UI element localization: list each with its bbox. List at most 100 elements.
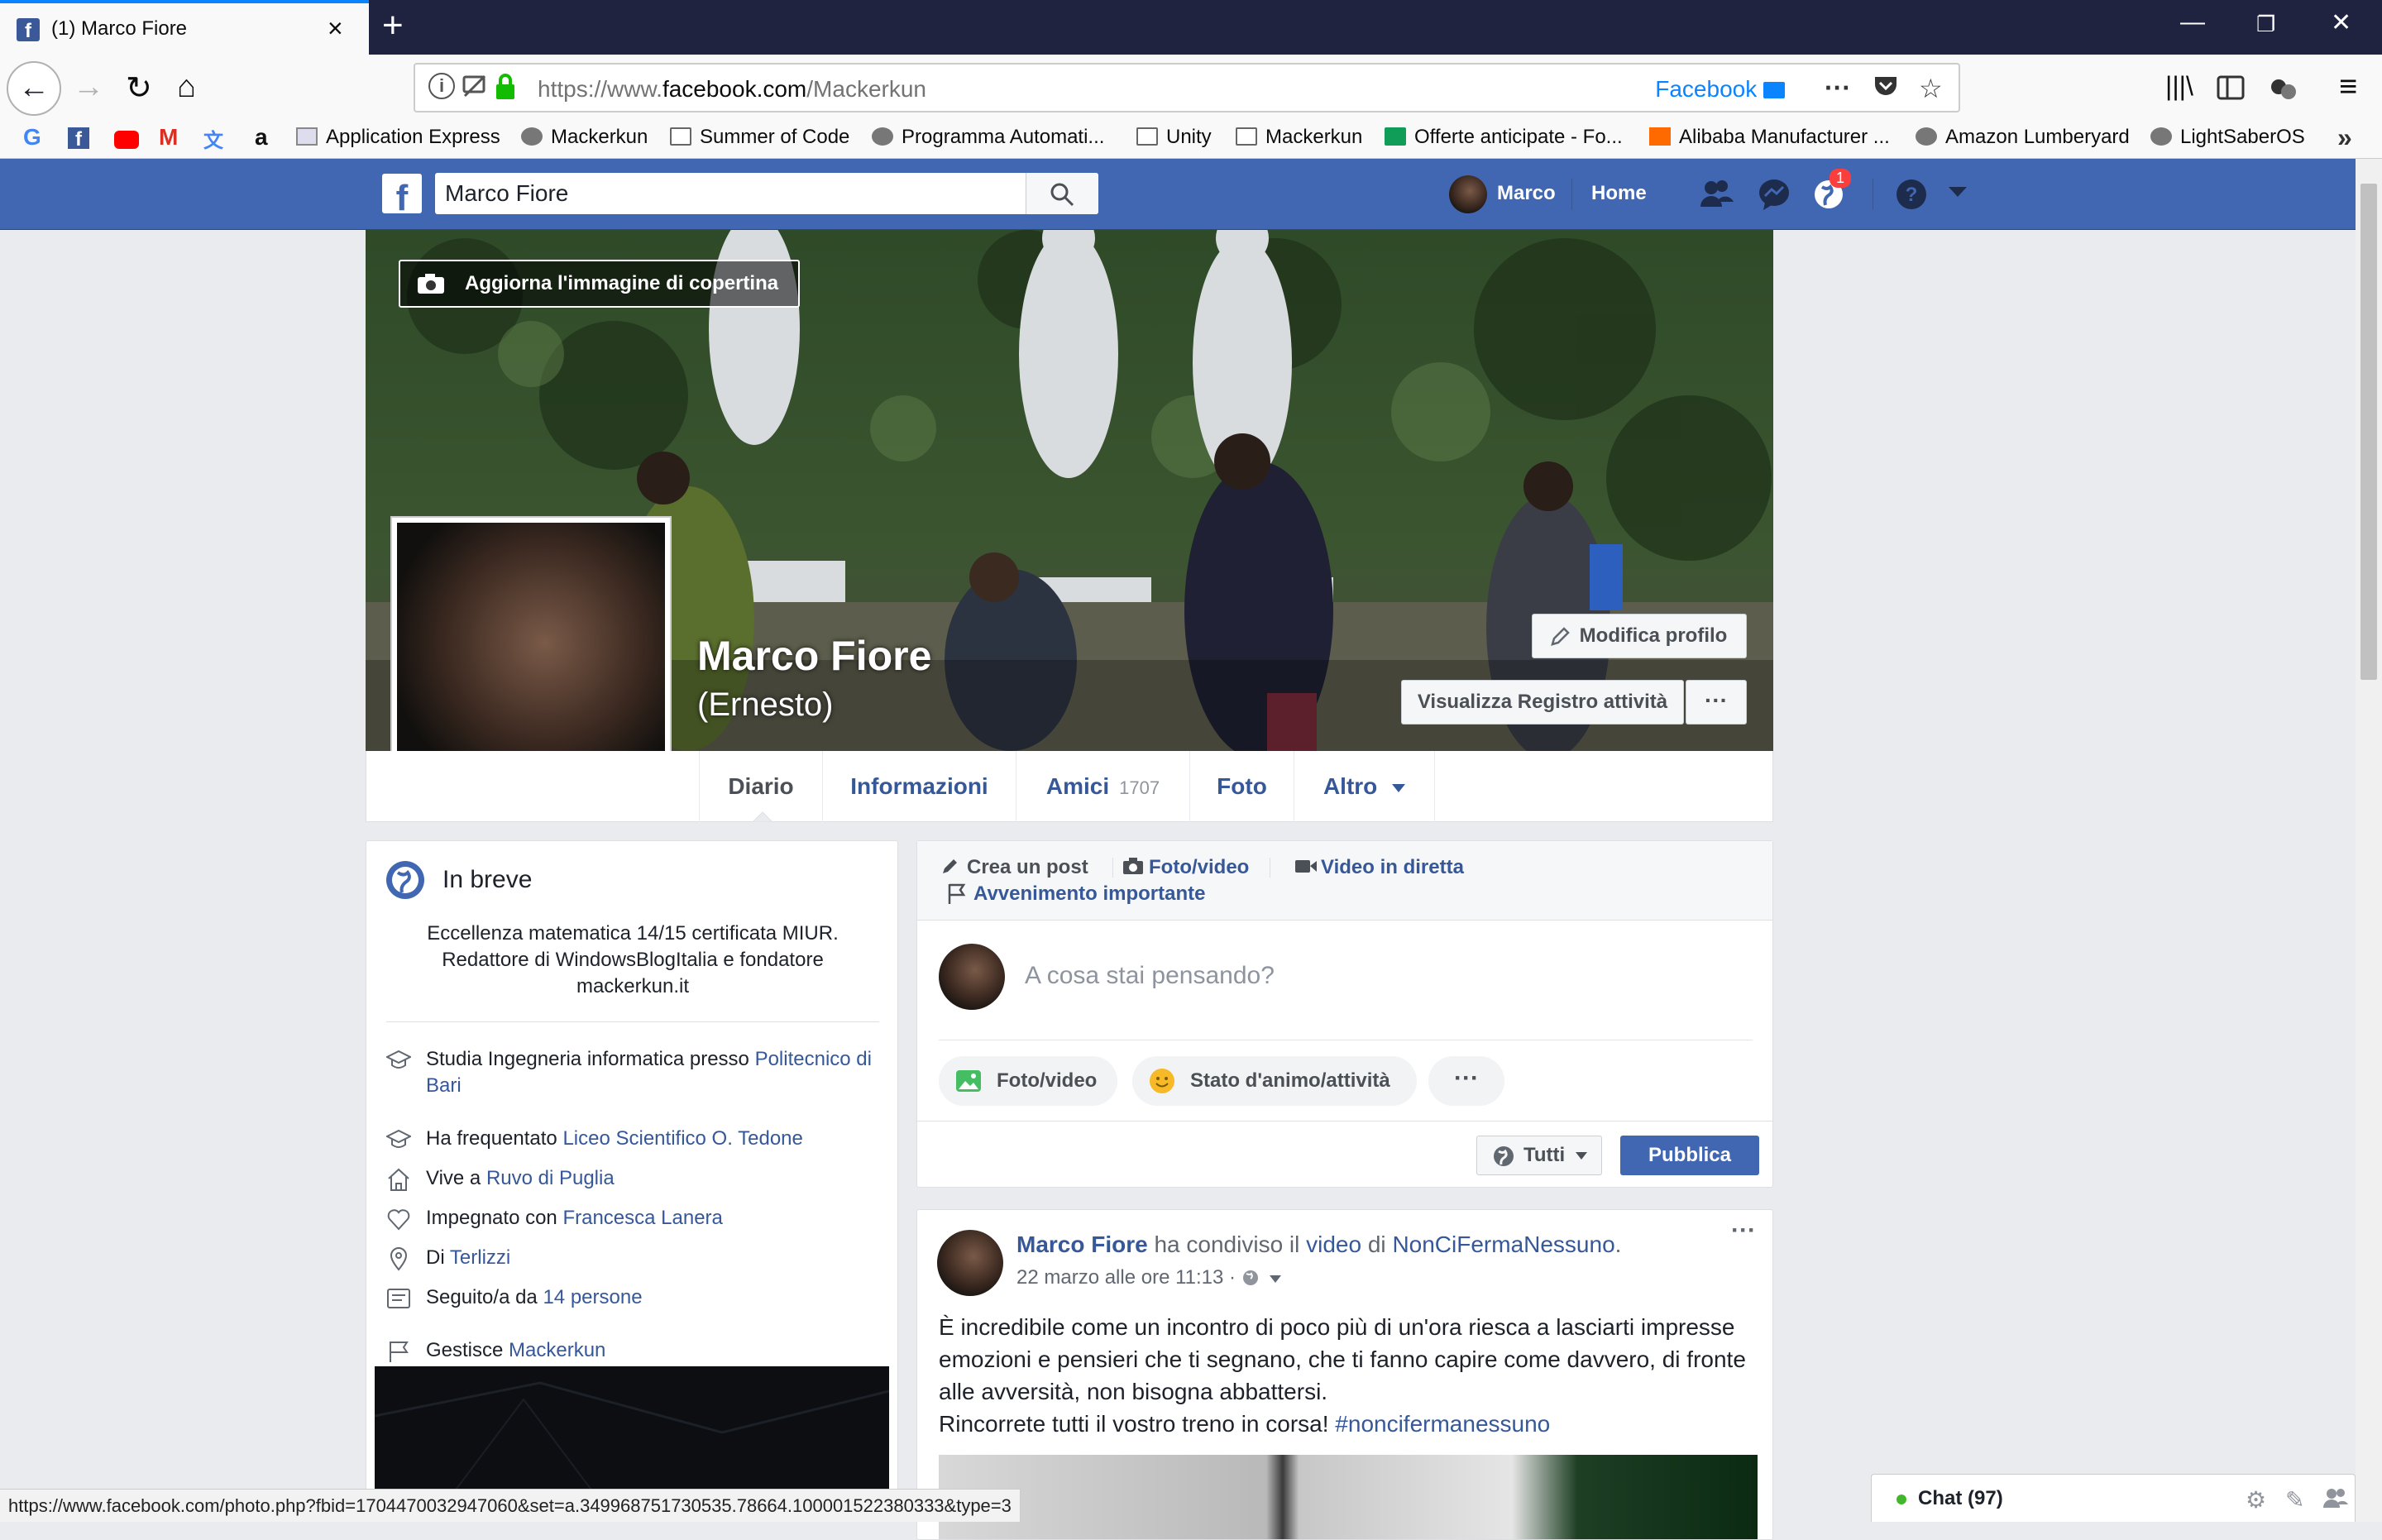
gmail-icon[interactable]: M <box>159 124 178 151</box>
home-icon[interactable]: ⌂ <box>177 69 196 105</box>
messenger-icon[interactable] <box>1757 177 1791 212</box>
status-input[interactable]: A cosa stai pensando? <box>1025 962 1275 990</box>
post-timestamp[interactable]: 22 marzo alle ore 11:13 · <box>1016 1266 1282 1289</box>
chat-label: Chat (97) <box>1918 1487 2003 1509</box>
header-avatar[interactable] <box>1449 175 1487 213</box>
search-button[interactable] <box>1026 173 1098 214</box>
photo-video-tab[interactable]: Foto/video <box>1123 856 1249 879</box>
post-video-thumbnail[interactable] <box>939 1455 1758 1539</box>
live-video-tab[interactable]: Video in diretta <box>1295 856 1464 879</box>
globe-icon <box>1494 1146 1514 1166</box>
facebook-bookmark-icon[interactable]: f <box>68 127 89 151</box>
restore-icon[interactable]: ❐ <box>2256 12 2275 37</box>
page-scrollbar[interactable] <box>2356 159 2382 1522</box>
more-composer-options[interactable]: ··· <box>1428 1056 1504 1106</box>
create-post-tab[interactable]: Crea un post <box>943 856 1088 879</box>
new-message-icon[interactable]: ✎ <box>2285 1486 2304 1514</box>
hashtag-link[interactable]: #noncifermanessuno <box>1335 1411 1550 1437</box>
bookmark-alibaba[interactable]: Alibaba Manufacturer ... <box>1649 126 1890 149</box>
friend-requests-icon[interactable] <box>1699 177 1734 212</box>
library-icon[interactable]: |||\ <box>2165 71 2193 102</box>
tab-altro[interactable]: Altro <box>1294 751 1435 822</box>
group-chat-icon[interactable] <box>2323 1486 2348 1515</box>
browser-tab[interactable]: f (1) Marco Fiore × <box>0 0 369 55</box>
post-options-button[interactable]: ··· <box>1731 1217 1756 1245</box>
bookmark-folder-unity[interactable]: Unity <box>1136 126 1212 149</box>
photo-video-pill[interactable]: Foto/video <box>939 1056 1117 1106</box>
page-actions-icon[interactable]: ··· <box>1825 73 1851 103</box>
gear-icon[interactable]: ⚙ <box>2246 1486 2266 1514</box>
bookmark-application-express[interactable]: Application Express <box>296 126 500 149</box>
minimize-icon[interactable]: — <box>2180 8 2205 36</box>
close-window-icon[interactable]: ✕ <box>2331 8 2351 37</box>
bookmark-mackerkun[interactable]: Mackerkun <box>521 126 648 149</box>
back-button[interactable]: ← <box>7 61 61 116</box>
bookmark-folder-summer-of-code[interactable]: Summer of Code <box>670 126 849 149</box>
sidebar-icon[interactable] <box>2217 73 2245 108</box>
post-composer: Crea un post Foto/video Video in diretta… <box>916 840 1773 1188</box>
bookmark-amazon-lumberyard[interactable]: Amazon Lumberyard <box>1916 126 2130 149</box>
bookmarks-toolbar: G f M 文 a Application Express Mackerkun … <box>0 121 2382 159</box>
account-menu-chevron-icon[interactable] <box>1949 187 1983 222</box>
life-event-tab[interactable]: Avvenimento importante <box>948 882 1206 906</box>
search-box[interactable] <box>435 173 1098 214</box>
post-page-link[interactable]: NonCiFermaNessuno <box>1392 1232 1614 1257</box>
header-home-link[interactable]: Home <box>1591 182 1647 205</box>
link-followers[interactable]: 14 persone <box>543 1286 642 1308</box>
composer-avatar[interactable] <box>939 944 1005 1010</box>
audience-selector[interactable]: Tutti <box>1476 1136 1602 1175</box>
tab-amici[interactable]: Amici 1707 <box>1016 751 1190 822</box>
facebook-logo[interactable]: f <box>382 174 422 218</box>
publish-button[interactable]: Pubblica <box>1620 1136 1759 1175</box>
link-terlizzi[interactable]: Terlizzi <box>450 1246 510 1269</box>
link-mackerkun-page[interactable]: Mackerkun <box>509 1339 605 1361</box>
bookmark-programma[interactable]: Programma Automati... <box>872 126 1104 149</box>
post-author-link[interactable]: Marco Fiore <box>1016 1232 1148 1257</box>
tab-diario[interactable]: Diario <box>699 751 823 822</box>
edit-profile-button[interactable]: Modifica profilo <box>1532 614 1747 658</box>
help-icon[interactable]: ? <box>1894 177 1929 212</box>
google-icon[interactable]: G <box>23 124 41 151</box>
link-francesca-lanera[interactable]: Francesca Lanera <box>562 1207 722 1229</box>
chevron-down-icon <box>1270 1275 1282 1283</box>
forward-icon[interactable]: → <box>73 69 104 105</box>
bookmark-lightsaberos[interactable]: LightSaberOS <box>2150 126 2305 149</box>
facebook-favicon-icon: f <box>17 18 40 42</box>
post-author-avatar[interactable] <box>937 1230 1003 1296</box>
amazon-icon[interactable]: a <box>255 124 268 151</box>
tab-foto[interactable]: Foto <box>1190 751 1294 822</box>
link-ruvo-di-puglia[interactable]: Ruvo di Puglia <box>486 1167 615 1189</box>
profile-name[interactable]: Marco Fiore <box>697 632 931 680</box>
house-icon <box>388 1168 409 1191</box>
youtube-icon[interactable] <box>114 131 139 149</box>
pocket-icon[interactable] <box>1873 73 1899 106</box>
header-user-name[interactable]: Marco <box>1497 182 1556 205</box>
url-bar[interactable]: i https://www.facebook.com/Mackerkun Fac… <box>414 63 1960 112</box>
tracking-protection-icon[interactable] <box>462 73 488 99</box>
bookmark-offerte[interactable]: Offerte anticipate - Fo... <box>1385 126 1623 149</box>
extension-icon[interactable] <box>2270 74 2298 110</box>
intro-card: In breve Eccellenza matematica 14/15 cer… <box>366 840 898 1522</box>
close-tab-icon[interactable]: × <box>328 13 343 44</box>
online-status-dot <box>1897 1495 1906 1504</box>
menu-icon[interactable]: ≡ <box>2339 69 2357 105</box>
new-tab-icon[interactable]: + <box>382 5 404 46</box>
pencil-icon <box>1551 627 1570 646</box>
url-text[interactable]: https://www.facebook.com/Mackerkun <box>538 76 926 103</box>
container-badge[interactable]: Facebook <box>1655 76 1785 103</box>
search-input[interactable] <box>445 179 1024 208</box>
chat-bar[interactable]: Chat (97) ⚙ ✎ <box>1871 1474 2356 1522</box>
tab-informazioni[interactable]: Informazioni <box>823 751 1016 822</box>
link-liceo[interactable]: Liceo Scientifico O. Tedone <box>562 1127 802 1150</box>
activity-log-button[interactable]: Visualizza Registro attività <box>1401 680 1684 725</box>
bookmark-star-icon[interactable]: ☆ <box>1919 73 1943 104</box>
more-options-button[interactable]: ··· <box>1686 680 1747 725</box>
more-bookmarks-icon[interactable]: » <box>2337 122 2352 153</box>
post-video-link[interactable]: video <box>1306 1232 1361 1257</box>
update-cover-button[interactable]: Aggiorna l'immagine di copertina <box>399 260 801 308</box>
site-info-icon[interactable]: i <box>428 73 455 99</box>
bookmark-folder-mackerkun[interactable]: Mackerkun <box>1236 126 1362 149</box>
feeling-activity-pill[interactable]: Stato d'animo/attività <box>1132 1056 1417 1106</box>
translate-icon[interactable]: 文 <box>203 124 223 153</box>
reload-icon[interactable]: ↻ <box>126 69 152 107</box>
